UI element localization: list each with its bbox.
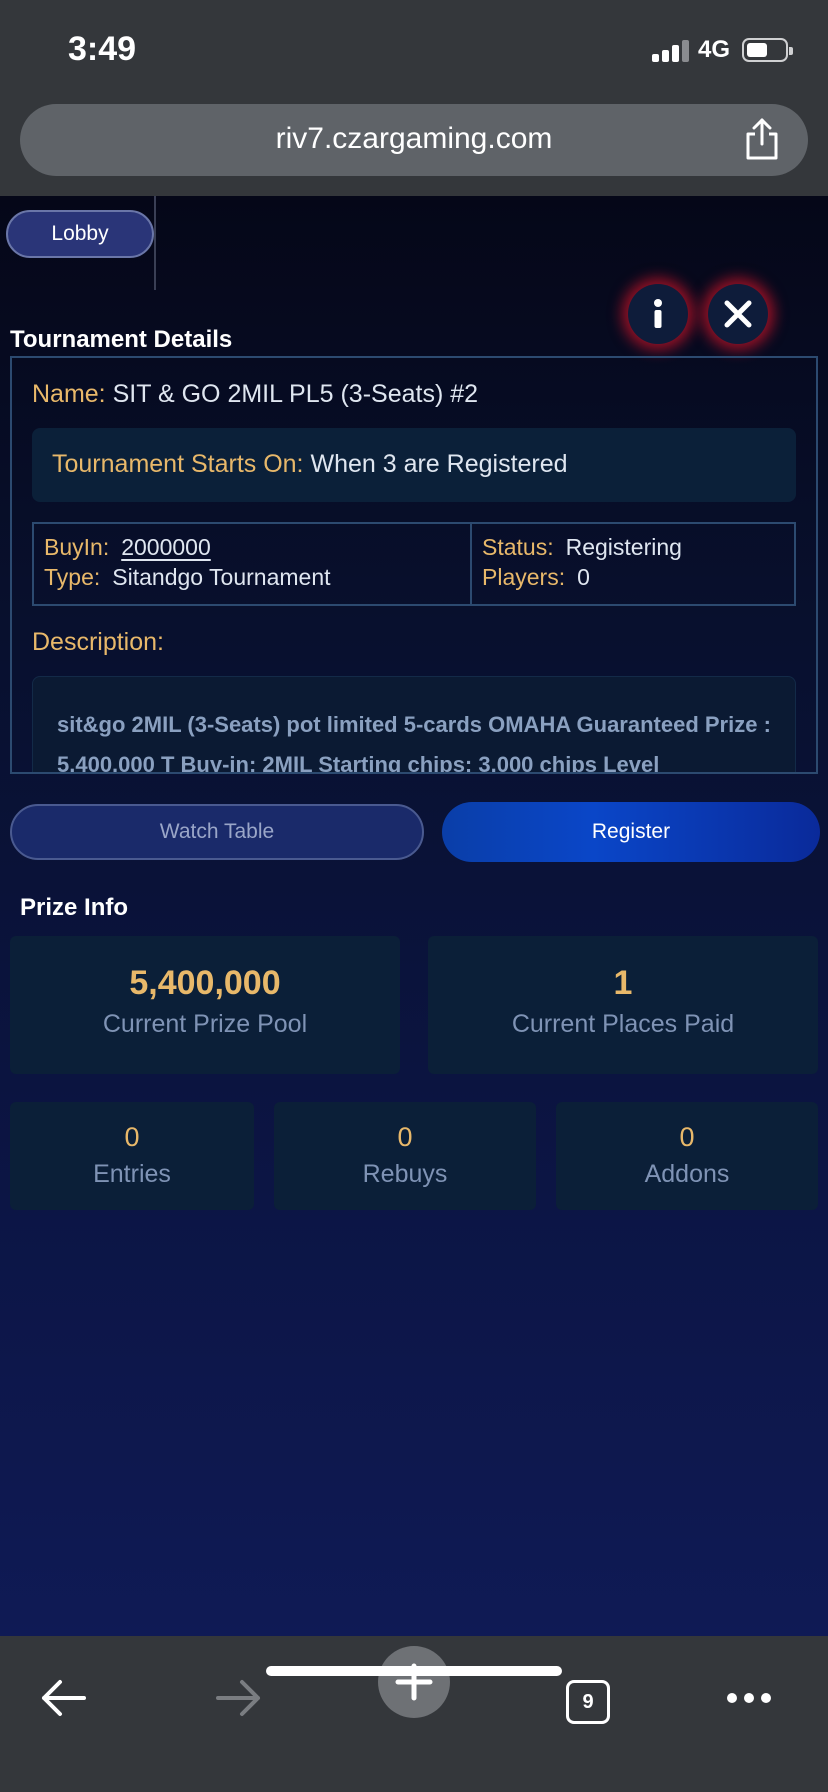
meta-left-cell: BuyIn: 2000000 Type: Sitandgo Tournament — [34, 524, 472, 604]
description-text: sit&go 2MIL (3-Seats) pot limited 5-card… — [57, 712, 771, 774]
lobby-button[interactable]: Lobby — [6, 210, 154, 258]
url-text: riv7.czargaming.com — [275, 122, 553, 155]
rebuys-label: Rebuys — [362, 1160, 448, 1188]
tournament-name: SIT & GO 2MIL PL5 (3-Seats) #2 — [112, 380, 479, 408]
tournament-details-title: Tournament Details — [10, 326, 233, 353]
info-icon — [654, 299, 662, 328]
register-button[interactable]: Register — [442, 802, 820, 862]
back-arrow-icon[interactable] — [38, 1676, 90, 1720]
prize-pool-label: Current Prize Pool — [102, 1010, 308, 1038]
addons-label: Addons — [644, 1160, 730, 1188]
starts-on-box: Tournament Starts On: When 3 are Registe… — [32, 428, 796, 502]
buyin-value: 2000000 — [121, 534, 211, 560]
clock: 3:49 — [68, 30, 137, 68]
entries-label: Entries — [93, 1160, 171, 1188]
address-bar[interactable]: riv7.czargaming.com — [20, 104, 808, 176]
close-icon — [724, 300, 752, 328]
status-label: Status: — [482, 534, 554, 560]
tournament-meta-table: BuyIn: 2000000 Type: Sitandgo Tournament S… — [32, 522, 796, 606]
prize-info-title: Prize Info — [20, 894, 129, 921]
starts-on-value: When 3 are Registered — [310, 450, 568, 478]
battery-icon — [742, 38, 793, 62]
buyin-label: BuyIn: — [44, 534, 110, 560]
tournament-page: Lobby Tournament Details Name: SIT & GO … — [0, 196, 828, 1636]
prize-pool-card: 5,400,000 Current Prize Pool — [10, 936, 400, 1074]
entries-value: 0 — [124, 1122, 140, 1152]
players-value: 0 — [577, 564, 590, 590]
starts-on-row: Tournament Starts On: When 3 are Registe… — [52, 450, 568, 479]
places-paid-value: 1 — [613, 964, 633, 1002]
buyin-row: BuyIn: 2000000 — [44, 534, 211, 561]
forward-arrow-icon[interactable] — [212, 1676, 264, 1720]
description-label: Description: — [32, 628, 164, 656]
places-paid-label: Current Places Paid — [511, 1010, 735, 1038]
home-indicator[interactable] — [266, 1666, 562, 1676]
prize-pool-value: 5,400,000 — [129, 964, 281, 1002]
rebuys-value: 0 — [397, 1122, 413, 1152]
new-tab-button[interactable] — [378, 1646, 450, 1718]
addons-card: 0 Addons — [556, 1102, 818, 1210]
more-options-icon[interactable] — [724, 1686, 774, 1710]
type-row: Type: Sitandgo Tournament — [44, 564, 331, 591]
addons-value: 0 — [679, 1122, 695, 1152]
info-button[interactable] — [628, 284, 688, 344]
tabs-button[interactable]: 9 — [566, 1680, 610, 1724]
network-type: 4G — [698, 36, 731, 63]
plus-icon — [395, 1663, 433, 1701]
browser-address-area: riv7.czargaming.com — [0, 100, 828, 196]
divider — [154, 196, 156, 290]
status-bar: 3:49 4G — [0, 0, 828, 100]
players-label: Players: — [482, 564, 566, 590]
type-value: Sitandgo Tournament — [112, 564, 331, 590]
browser-toolbar: 9 — [0, 1636, 828, 1792]
status-row: Status: Registering — [482, 534, 682, 561]
name-label: Name: — [32, 380, 106, 408]
type-label: Type: — [44, 564, 101, 590]
players-row: Players: 0 — [482, 564, 590, 591]
tournament-details-panel[interactable]: Name: SIT & GO 2MIL PL5 (3-Seats) #2 Tou… — [10, 356, 818, 774]
name-row: Name: SIT & GO 2MIL PL5 (3-Seats) #2 — [32, 380, 478, 409]
description-box: sit&go 2MIL (3-Seats) pot limited 5-card… — [32, 676, 796, 774]
places-paid-card: 1 Current Places Paid — [428, 936, 818, 1074]
cellular-signal-icon — [652, 38, 692, 62]
close-button[interactable] — [708, 284, 768, 344]
watch-table-button[interactable]: Watch Table — [10, 804, 424, 860]
rebuys-card: 0 Rebuys — [274, 1102, 536, 1210]
entries-card: 0 Entries — [10, 1102, 254, 1210]
status-value: Registering — [565, 534, 682, 560]
share-icon[interactable] — [742, 116, 782, 162]
starts-on-label: Tournament Starts On: — [52, 450, 304, 478]
